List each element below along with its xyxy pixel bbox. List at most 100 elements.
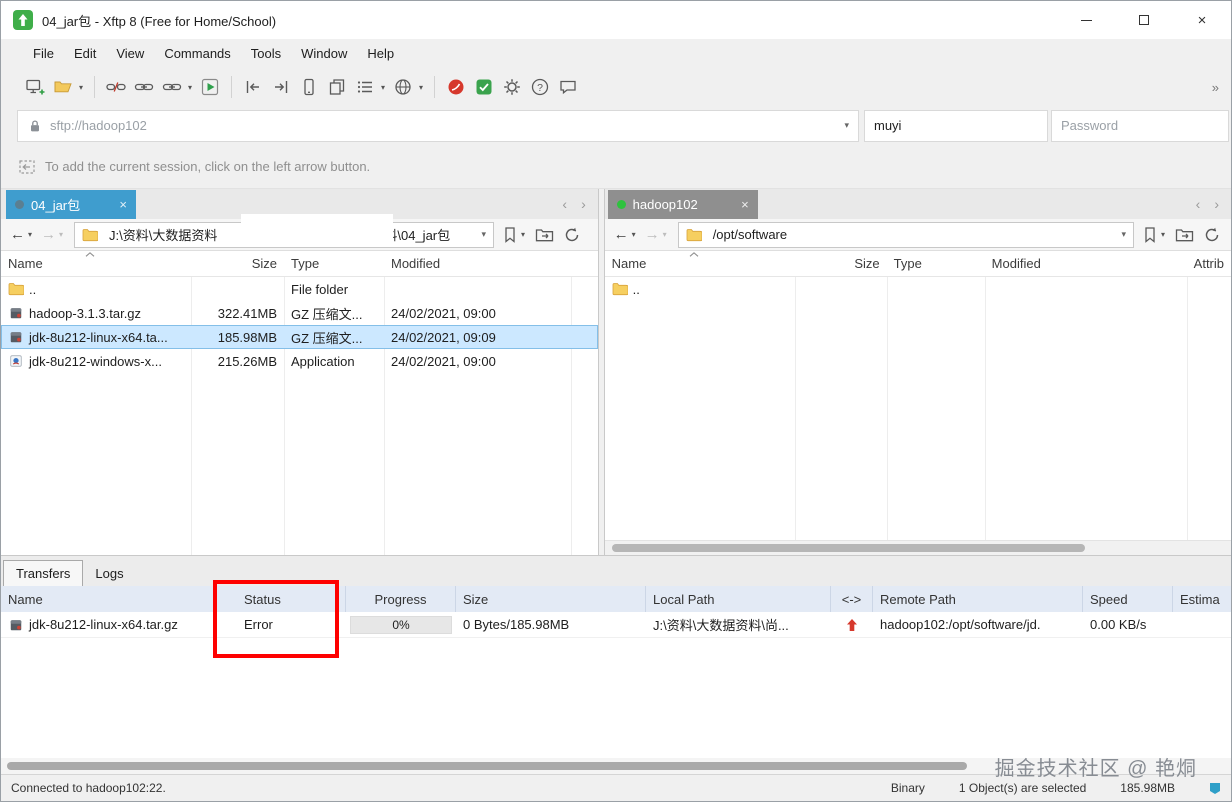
tab-close-icon[interactable]: ×	[741, 197, 749, 212]
password-input[interactable]	[1051, 109, 1229, 142]
tab-label: hadoop102	[632, 197, 698, 213]
column-header-progress[interactable]: Progress	[346, 586, 456, 613]
menu-window[interactable]: Window	[291, 42, 357, 65]
refresh-button[interactable]	[1199, 226, 1225, 244]
column-header-direction[interactable]: <->	[831, 586, 873, 613]
toolbar-overflow-button[interactable]: »	[1208, 80, 1223, 95]
disconnect-button[interactable]	[104, 74, 128, 100]
help-button[interactable]	[528, 74, 552, 100]
transfer-size: 0 Bytes/185.98MB	[463, 617, 570, 633]
back-button[interactable]: ←	[611, 226, 632, 243]
connect-button[interactable]	[160, 74, 184, 100]
file-row-parent-dir[interactable]: ..	[605, 277, 1231, 301]
horizontal-scrollbar[interactable]	[604, 540, 1231, 556]
xagent-icon[interactable]	[472, 74, 496, 100]
scrollbar-thumb[interactable]	[611, 544, 1085, 553]
connect-dropdown[interactable]: ▾	[188, 83, 192, 92]
column-header-type[interactable]: Type	[887, 251, 985, 276]
column-header-type[interactable]: Type	[284, 251, 384, 276]
column-header-size[interactable]: Size	[191, 251, 284, 276]
forward-dropdown[interactable]: ▾	[59, 230, 63, 239]
menu-tools[interactable]: Tools	[241, 42, 291, 65]
open-button[interactable]	[51, 74, 75, 100]
menu-bar: File Edit View Commands Tools Window Hel…	[1, 39, 1231, 69]
minimize-button[interactable]	[1057, 1, 1115, 39]
view-mode-button[interactable]	[353, 74, 377, 100]
open-folder-button[interactable]	[1171, 227, 1199, 243]
column-header-size[interactable]: Size	[456, 586, 646, 613]
transfers-tab-bar: Transfers Logs	[1, 556, 1231, 587]
column-header-local-path[interactable]: Local Path	[646, 586, 831, 613]
web-button[interactable]	[391, 74, 415, 100]
refresh-button[interactable]	[559, 226, 585, 244]
transfer-mode[interactable]: Binary	[891, 781, 925, 795]
session-url-dropdown[interactable]: ▾	[844, 120, 849, 131]
run-button[interactable]	[198, 74, 222, 100]
file-row-jdk-linux-selected[interactable]: jdk-8u212-linux-x64.ta... 185.98MB GZ 压缩…	[1, 325, 598, 350]
folder-icon	[82, 228, 98, 242]
transfer-right-button[interactable]	[269, 74, 293, 100]
bookmark-button[interactable]	[1139, 226, 1161, 244]
session-url-combo[interactable]: sftp://hadoop102 ▾	[17, 109, 859, 142]
path-dropdown-icon[interactable]: ▾	[482, 229, 487, 240]
open-folder-button[interactable]	[531, 227, 559, 243]
transfer-row-jdk[interactable]: jdk-8u212-linux-x64.tar.gz Error 0% 0 By…	[1, 612, 1231, 639]
settings-button[interactable]	[500, 74, 524, 100]
menu-edit[interactable]: Edit	[64, 42, 106, 65]
tab-remote-session[interactable]: hadoop102 ×	[607, 190, 758, 220]
open-dropdown[interactable]: ▾	[79, 83, 83, 92]
menu-file[interactable]: File	[23, 42, 64, 65]
redaction-overlay	[241, 214, 393, 248]
scrollbar-thumb[interactable]	[7, 762, 967, 771]
copy-button[interactable]	[325, 74, 349, 100]
close-button[interactable]: ×	[1173, 1, 1231, 39]
file-row-hadoop-targz[interactable]: hadoop-3.1.3.tar.gz 322.41MB GZ 压缩文... 2…	[1, 301, 598, 325]
tab-scroll-right-icon[interactable]: ›	[581, 196, 586, 212]
column-header-name[interactable]: Name	[1, 251, 191, 276]
path-dropdown-icon[interactable]: ▾	[1121, 229, 1126, 240]
transfer-left-button[interactable]	[241, 74, 265, 100]
column-header-status[interactable]: Status	[216, 586, 346, 613]
mobile-button[interactable]	[297, 74, 321, 100]
file-row-jdk-windows[interactable]: jdk-8u212-windows-x... 215.26MB Applicat…	[1, 349, 598, 373]
new-session-button[interactable]	[23, 74, 47, 100]
forward-button[interactable]: →	[38, 226, 59, 243]
menu-view[interactable]: View	[106, 42, 154, 65]
tab-scroll-left-icon[interactable]: ‹	[562, 196, 567, 212]
username-input[interactable]	[864, 109, 1048, 142]
tab-transfers[interactable]: Transfers	[3, 560, 84, 587]
column-header-modified[interactable]: Modified	[384, 251, 571, 276]
web-dropdown[interactable]: ▾	[419, 83, 423, 92]
column-header-attrib[interactable]: Attrib	[1187, 251, 1231, 276]
tab-close-icon[interactable]: ×	[119, 197, 127, 212]
bookmark-dropdown[interactable]: ▾	[521, 230, 525, 239]
back-dropdown[interactable]: ▾	[28, 230, 32, 239]
column-header-remote-path[interactable]: Remote Path	[873, 586, 1083, 613]
menu-commands[interactable]: Commands	[154, 42, 240, 65]
tab-scroll-left-icon[interactable]: ‹	[1196, 196, 1201, 212]
forward-button[interactable]: →	[642, 226, 663, 243]
bookmark-dropdown[interactable]: ▾	[1161, 230, 1165, 239]
back-button[interactable]: ←	[7, 226, 28, 243]
local-list-header: Name Size Type Modified	[1, 251, 598, 278]
column-header-size[interactable]: Size	[795, 251, 887, 276]
maximize-button[interactable]	[1115, 1, 1173, 39]
file-row-parent-dir[interactable]: .. File folder	[1, 277, 598, 301]
remote-path-combo[interactable]: /opt/software ▾	[677, 221, 1134, 248]
tab-local-session[interactable]: 04_jar包 ×	[6, 190, 136, 220]
feedback-button[interactable]	[556, 74, 580, 100]
forward-dropdown[interactable]: ▾	[663, 230, 667, 239]
tab-scroll-right-icon[interactable]: ›	[1214, 196, 1219, 212]
view-mode-dropdown[interactable]: ▾	[381, 83, 385, 92]
reconnect-button[interactable]	[132, 74, 156, 100]
bookmark-button[interactable]	[499, 226, 521, 244]
column-header-speed[interactable]: Speed	[1083, 586, 1173, 613]
xshell-icon[interactable]	[444, 74, 468, 100]
menu-help[interactable]: Help	[357, 42, 404, 65]
column-header-modified[interactable]: Modified	[985, 251, 1187, 276]
tab-logs[interactable]: Logs	[83, 561, 135, 586]
column-header-name[interactable]: Name	[605, 251, 795, 276]
back-dropdown[interactable]: ▾	[632, 230, 636, 239]
column-header-estimated[interactable]: Estima	[1173, 586, 1231, 612]
column-header-name[interactable]: Name	[1, 586, 216, 613]
